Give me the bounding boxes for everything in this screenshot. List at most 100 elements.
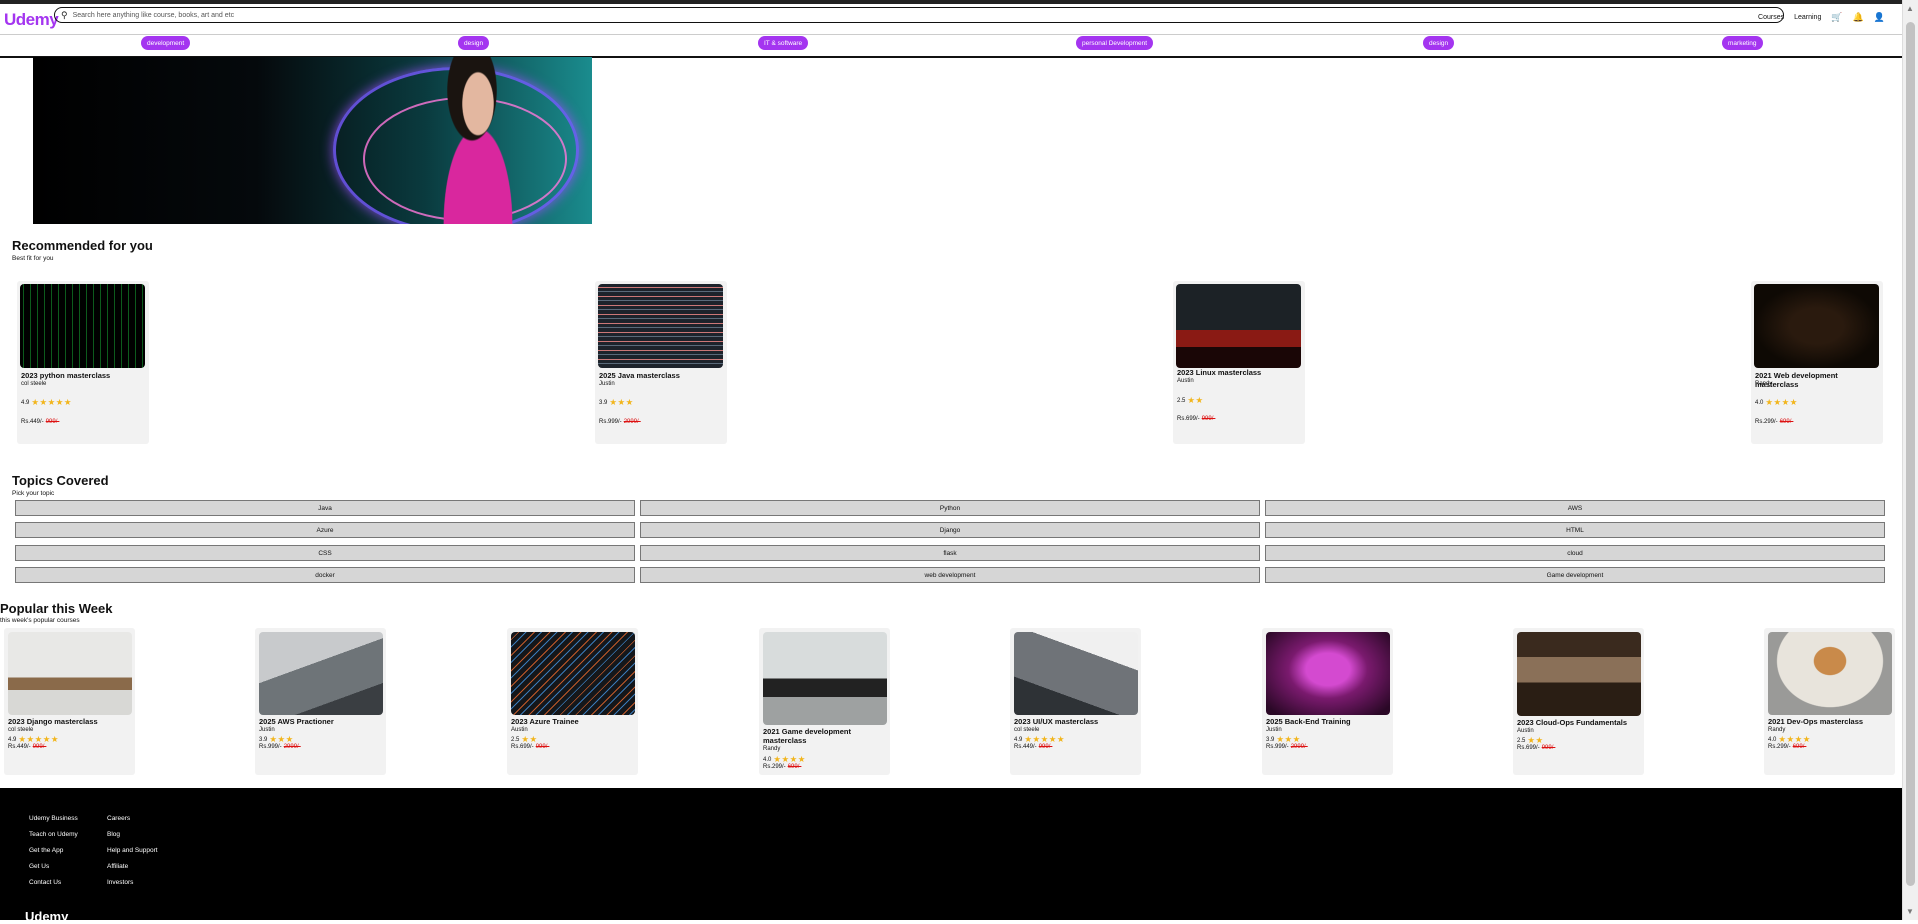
course-title: 2025 Java masterclass: [599, 371, 680, 380]
course-card[interactable]: 2025 AWS Practioner Justin 3.9 ★★★ Rs.999…: [255, 628, 386, 775]
footer-link[interactable]: Investors: [107, 879, 158, 886]
course-author: Randy: [1768, 727, 1786, 733]
search-input[interactable]: Search here anything like course, books,…: [73, 12, 234, 19]
course-thumbnail: [598, 284, 723, 368]
course-card[interactable]: 2021 Web development masterclass Randy 4…: [1751, 281, 1883, 444]
footer-link[interactable]: Udemy Business: [29, 815, 78, 822]
footer-link[interactable]: Careers: [107, 815, 158, 822]
course-card[interactable]: 2023 python masterclass col steele 4.9 ★★…: [17, 281, 149, 444]
scroll-up-arrow-icon[interactable]: ▲: [1906, 4, 1914, 13]
course-card[interactable]: 2023 Linux masterclass Austin 2.5 ★★ Rs.6…: [1173, 281, 1305, 444]
topic-button[interactable]: cloud: [1265, 545, 1885, 561]
course-author: Justin: [1266, 727, 1282, 733]
topic-button[interactable]: Java: [15, 500, 635, 516]
price-current: Rs.699/-: [1517, 745, 1540, 751]
topic-button[interactable]: Game development: [1265, 567, 1885, 583]
course-price: Rs.699/- 999/-: [1177, 416, 1215, 422]
rating-value: 2.5: [1517, 737, 1526, 744]
course-thumbnail: [1768, 632, 1892, 715]
course-card[interactable]: 2023 Cloud-Ops Fundamentals Austin 2.5 ★★…: [1513, 628, 1644, 775]
course-title: 2023 Django masterclass: [8, 717, 98, 726]
nav-learning-link[interactable]: Learning: [1794, 14, 1821, 21]
footer-link[interactable]: Affiliate: [107, 863, 158, 870]
search-icon: ⚲: [61, 9, 68, 20]
course-rating: 4.9 ★★★★★: [21, 397, 72, 408]
cart-icon[interactable]: 🛒: [1831, 12, 1842, 23]
category-design[interactable]: design: [458, 36, 490, 50]
course-price: Rs.999/- 2999/-: [599, 419, 641, 425]
footer-link[interactable]: Contact Us: [29, 879, 78, 886]
course-author: col steele: [21, 381, 47, 387]
search-bar[interactable]: ⚲ Search here anything like course, book…: [54, 7, 1784, 23]
price-current: Rs.699/-: [511, 744, 534, 750]
course-thumbnail: [259, 632, 383, 715]
course-rating: 4.0 ★★★★: [1755, 397, 1798, 408]
course-price: Rs.299/- 699/-: [763, 764, 801, 770]
star-icons: ★★★★: [1765, 397, 1798, 407]
course-title: 2023 UI/UX masterclass: [1014, 717, 1099, 726]
course-card[interactable]: 2025 Java masterclass Justin 3.9 ★★★ Rs.9…: [595, 281, 727, 444]
footer-column-2: Careers Blog Help and Support Affiliate …: [107, 815, 158, 886]
topic-button[interactable]: Python: [640, 500, 1260, 516]
topic-button[interactable]: Azure: [15, 522, 635, 538]
topic-button[interactable]: docker: [15, 567, 635, 583]
course-card[interactable]: 2021 Game development masterclass Randy …: [759, 628, 890, 775]
page-scrollbar[interactable]: ▲ ▼: [1902, 0, 1918, 920]
footer-link[interactable]: Get the App: [29, 847, 78, 854]
topic-button[interactable]: AWS: [1265, 500, 1885, 516]
course-author: Austin: [1177, 378, 1194, 384]
star-icons: ★★★: [609, 397, 634, 407]
recommended-subtitle: Best fit for you: [12, 255, 54, 262]
rating-value: 2.5: [1177, 397, 1186, 404]
course-price: Rs.699/- 999/-: [511, 744, 549, 750]
course-card[interactable]: 2023 Django masterclass col steele 4.9 ★★…: [4, 628, 135, 775]
udemy-logo[interactable]: Udemy: [4, 10, 59, 30]
course-thumbnail: [1754, 284, 1879, 368]
topic-button[interactable]: CSS: [15, 545, 635, 561]
course-card[interactable]: 2023 UI/UX masterclass col steele 4.9 ★★★…: [1010, 628, 1141, 775]
rating-value: 3.9: [599, 399, 608, 406]
bell-icon[interactable]: 🔔: [1853, 12, 1864, 23]
course-price: Rs.449/- 999/-: [8, 744, 46, 750]
topic-button[interactable]: web development: [640, 567, 1260, 583]
course-card[interactable]: 2025 Back-End Training Justin 3.9 ★★★ Rs.…: [1262, 628, 1393, 775]
footer-link[interactable]: Teach on Udemy: [29, 831, 78, 838]
course-title: 2023 python masterclass: [21, 371, 111, 380]
rating-value: 4.0: [1768, 736, 1777, 743]
price-old: 699/-: [787, 764, 802, 770]
category-personal-development[interactable]: personal Development: [1076, 36, 1154, 50]
category-bar: development design IT & software persona…: [0, 32, 1903, 58]
course-card[interactable]: 2023 Azure Trainee Austin 2.5 ★★ Rs.699/-…: [507, 628, 638, 775]
price-current: Rs.299/-: [1768, 744, 1791, 750]
footer-link[interactable]: Help and Support: [107, 847, 158, 854]
price-current: Rs.449/-: [1014, 744, 1037, 750]
nav-courses-link[interactable]: Courses: [1758, 14, 1784, 21]
topic-button[interactable]: Django: [640, 522, 1260, 538]
price-old: 999/-: [1038, 744, 1053, 750]
topic-button[interactable]: HTML: [1265, 522, 1885, 538]
footer-link[interactable]: Blog: [107, 831, 158, 838]
footer-link[interactable]: Get Us: [29, 863, 78, 870]
rating-value: 3.9: [259, 736, 268, 743]
user-icon[interactable]: 👤: [1874, 12, 1885, 23]
price-old: 999/-: [535, 744, 550, 750]
footer-logo: Udemy: [25, 909, 69, 924]
category-design-2[interactable]: design: [1423, 36, 1455, 50]
nav-links: Courses Learning 🛒 🔔 👤: [1758, 12, 1885, 23]
course-thumbnail: [1176, 284, 1301, 368]
scrollbar-thumb[interactable]: [1906, 22, 1915, 886]
top-navbar: Udemy ⚲ Search here anything like course…: [0, 0, 1903, 35]
price-old: 699/-: [1779, 419, 1794, 425]
course-card[interactable]: 2021 Dev-Ops masterclass Randy 4.0 ★★★★ R…: [1764, 628, 1895, 775]
topic-button[interactable]: flask: [640, 545, 1260, 561]
topics-subtitle: Pick your topic: [12, 490, 55, 497]
course-title: 2023 Azure Trainee: [511, 717, 579, 726]
category-it-software[interactable]: IT & software: [758, 36, 809, 50]
scroll-down-arrow-icon[interactable]: ▼: [1906, 907, 1914, 916]
recommended-title: Recommended for you: [12, 238, 153, 253]
price-current: Rs.449/-: [8, 744, 31, 750]
category-marketing[interactable]: marketing: [1722, 36, 1763, 50]
course-author: col steele: [1014, 727, 1040, 733]
category-development[interactable]: development: [141, 36, 191, 50]
course-rating: 3.9 ★★★: [599, 397, 634, 408]
